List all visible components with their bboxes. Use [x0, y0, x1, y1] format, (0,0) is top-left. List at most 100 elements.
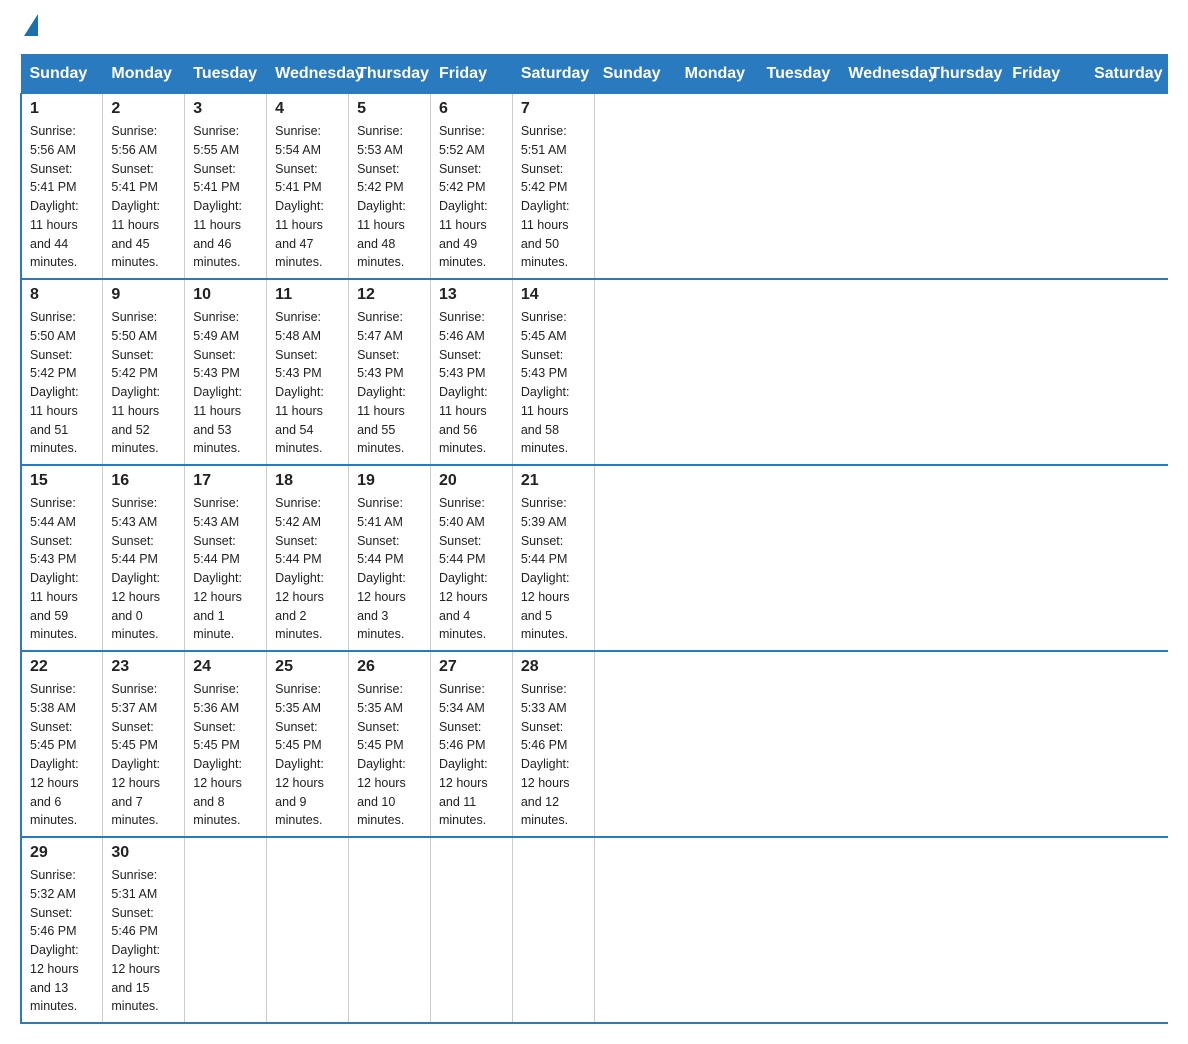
header-wednesday: Wednesday [840, 55, 922, 94]
header-sunday: Sunday [594, 55, 676, 94]
calendar-table: SundayMondayTuesdayWednesdayThursdayFrid… [20, 54, 1168, 1024]
day-info: Sunrise: 5:45 AMSunset: 5:43 PMDaylight:… [521, 310, 570, 455]
calendar-cell: 25 Sunrise: 5:35 AMSunset: 5:45 PMDaylig… [267, 651, 349, 837]
day-info: Sunrise: 5:32 AMSunset: 5:46 PMDaylight:… [30, 868, 79, 1013]
day-number: 15 [30, 472, 94, 490]
day-info: Sunrise: 5:40 AMSunset: 5:44 PMDaylight:… [439, 496, 488, 641]
day-info: Sunrise: 5:34 AMSunset: 5:46 PMDaylight:… [439, 682, 488, 827]
day-info: Sunrise: 5:54 AMSunset: 5:41 PMDaylight:… [275, 124, 324, 269]
calendar-cell: 15 Sunrise: 5:44 AMSunset: 5:43 PMDaylig… [21, 465, 103, 651]
header-monday: Monday [676, 55, 758, 94]
day-number: 17 [193, 472, 258, 490]
day-info: Sunrise: 5:56 AMSunset: 5:41 PMDaylight:… [111, 124, 160, 269]
calendar-cell: 26 Sunrise: 5:35 AMSunset: 5:45 PMDaylig… [349, 651, 431, 837]
day-info: Sunrise: 5:31 AMSunset: 5:46 PMDaylight:… [111, 868, 160, 1013]
day-number: 26 [357, 658, 422, 676]
day-number: 27 [439, 658, 504, 676]
day-info: Sunrise: 5:50 AMSunset: 5:42 PMDaylight:… [30, 310, 79, 455]
day-info: Sunrise: 5:49 AMSunset: 5:43 PMDaylight:… [193, 310, 242, 455]
calendar-cell: 3 Sunrise: 5:55 AMSunset: 5:41 PMDayligh… [185, 94, 267, 280]
day-info: Sunrise: 5:53 AMSunset: 5:42 PMDaylight:… [357, 124, 406, 269]
header-tuesday: Tuesday [185, 55, 267, 94]
day-info: Sunrise: 5:51 AMSunset: 5:42 PMDaylight:… [521, 124, 570, 269]
calendar-cell: 14 Sunrise: 5:45 AMSunset: 5:43 PMDaylig… [512, 279, 594, 465]
day-number: 24 [193, 658, 258, 676]
day-number: 14 [521, 286, 586, 304]
day-number: 1 [30, 100, 94, 118]
calendar-cell: 17 Sunrise: 5:43 AMSunset: 5:44 PMDaylig… [185, 465, 267, 651]
calendar-cell: 30 Sunrise: 5:31 AMSunset: 5:46 PMDaylig… [103, 837, 185, 1023]
calendar-cell: 28 Sunrise: 5:33 AMSunset: 5:46 PMDaylig… [512, 651, 594, 837]
calendar-week-row: 22 Sunrise: 5:38 AMSunset: 5:45 PMDaylig… [21, 651, 1168, 837]
day-info: Sunrise: 5:50 AMSunset: 5:42 PMDaylight:… [111, 310, 160, 455]
calendar-cell: 13 Sunrise: 5:46 AMSunset: 5:43 PMDaylig… [430, 279, 512, 465]
day-info: Sunrise: 5:36 AMSunset: 5:45 PMDaylight:… [193, 682, 242, 827]
day-info: Sunrise: 5:42 AMSunset: 5:44 PMDaylight:… [275, 496, 324, 641]
calendar-week-row: 1 Sunrise: 5:56 AMSunset: 5:41 PMDayligh… [21, 94, 1168, 280]
day-number: 19 [357, 472, 422, 490]
day-number: 20 [439, 472, 504, 490]
header-sunday: Sunday [21, 55, 103, 94]
day-number: 9 [111, 286, 176, 304]
day-info: Sunrise: 5:35 AMSunset: 5:45 PMDaylight:… [275, 682, 324, 827]
logo [20, 20, 38, 34]
day-number: 30 [111, 844, 176, 862]
calendar-cell [267, 837, 349, 1023]
day-number: 12 [357, 286, 422, 304]
header-saturday: Saturday [1086, 55, 1168, 94]
header-saturday: Saturday [512, 55, 594, 94]
calendar-week-row: 29 Sunrise: 5:32 AMSunset: 5:46 PMDaylig… [21, 837, 1168, 1023]
day-number: 22 [30, 658, 94, 676]
day-number: 8 [30, 286, 94, 304]
day-info: Sunrise: 5:37 AMSunset: 5:45 PMDaylight:… [111, 682, 160, 827]
calendar-cell: 27 Sunrise: 5:34 AMSunset: 5:46 PMDaylig… [430, 651, 512, 837]
calendar-cell: 12 Sunrise: 5:47 AMSunset: 5:43 PMDaylig… [349, 279, 431, 465]
calendar-cell: 23 Sunrise: 5:37 AMSunset: 5:45 PMDaylig… [103, 651, 185, 837]
calendar-week-row: 15 Sunrise: 5:44 AMSunset: 5:43 PMDaylig… [21, 465, 1168, 651]
calendar-cell: 10 Sunrise: 5:49 AMSunset: 5:43 PMDaylig… [185, 279, 267, 465]
day-number: 16 [111, 472, 176, 490]
day-number: 13 [439, 286, 504, 304]
calendar-cell: 1 Sunrise: 5:56 AMSunset: 5:41 PMDayligh… [21, 94, 103, 280]
day-number: 3 [193, 100, 258, 118]
day-info: Sunrise: 5:35 AMSunset: 5:45 PMDaylight:… [357, 682, 406, 827]
header-monday: Monday [103, 55, 185, 94]
page-header [20, 20, 1168, 34]
calendar-cell: 11 Sunrise: 5:48 AMSunset: 5:43 PMDaylig… [267, 279, 349, 465]
day-number: 18 [275, 472, 340, 490]
calendar-cell: 20 Sunrise: 5:40 AMSunset: 5:44 PMDaylig… [430, 465, 512, 651]
calendar-cell: 29 Sunrise: 5:32 AMSunset: 5:46 PMDaylig… [21, 837, 103, 1023]
header-friday: Friday [1004, 55, 1086, 94]
calendar-cell: 24 Sunrise: 5:36 AMSunset: 5:45 PMDaylig… [185, 651, 267, 837]
calendar-cell [512, 837, 594, 1023]
calendar-cell: 9 Sunrise: 5:50 AMSunset: 5:42 PMDayligh… [103, 279, 185, 465]
day-info: Sunrise: 5:48 AMSunset: 5:43 PMDaylight:… [275, 310, 324, 455]
day-info: Sunrise: 5:46 AMSunset: 5:43 PMDaylight:… [439, 310, 488, 455]
day-info: Sunrise: 5:43 AMSunset: 5:44 PMDaylight:… [193, 496, 242, 641]
calendar-cell: 21 Sunrise: 5:39 AMSunset: 5:44 PMDaylig… [512, 465, 594, 651]
day-number: 10 [193, 286, 258, 304]
header-thursday: Thursday [922, 55, 1004, 94]
header-friday: Friday [430, 55, 512, 94]
calendar-cell: 8 Sunrise: 5:50 AMSunset: 5:42 PMDayligh… [21, 279, 103, 465]
day-info: Sunrise: 5:41 AMSunset: 5:44 PMDaylight:… [357, 496, 406, 641]
day-number: 2 [111, 100, 176, 118]
calendar-cell [185, 837, 267, 1023]
day-number: 21 [521, 472, 586, 490]
day-number: 28 [521, 658, 586, 676]
calendar-cell: 7 Sunrise: 5:51 AMSunset: 5:42 PMDayligh… [512, 94, 594, 280]
day-number: 11 [275, 286, 340, 304]
day-info: Sunrise: 5:43 AMSunset: 5:44 PMDaylight:… [111, 496, 160, 641]
day-info: Sunrise: 5:47 AMSunset: 5:43 PMDaylight:… [357, 310, 406, 455]
day-info: Sunrise: 5:39 AMSunset: 5:44 PMDaylight:… [521, 496, 570, 641]
day-info: Sunrise: 5:56 AMSunset: 5:41 PMDaylight:… [30, 124, 79, 269]
calendar-header-row: SundayMondayTuesdayWednesdayThursdayFrid… [21, 55, 1168, 94]
calendar-cell: 16 Sunrise: 5:43 AMSunset: 5:44 PMDaylig… [103, 465, 185, 651]
calendar-cell: 19 Sunrise: 5:41 AMSunset: 5:44 PMDaylig… [349, 465, 431, 651]
calendar-cell: 5 Sunrise: 5:53 AMSunset: 5:42 PMDayligh… [349, 94, 431, 280]
day-info: Sunrise: 5:52 AMSunset: 5:42 PMDaylight:… [439, 124, 488, 269]
day-number: 7 [521, 100, 586, 118]
calendar-cell: 6 Sunrise: 5:52 AMSunset: 5:42 PMDayligh… [430, 94, 512, 280]
calendar-week-row: 8 Sunrise: 5:50 AMSunset: 5:42 PMDayligh… [21, 279, 1168, 465]
header-tuesday: Tuesday [758, 55, 840, 94]
